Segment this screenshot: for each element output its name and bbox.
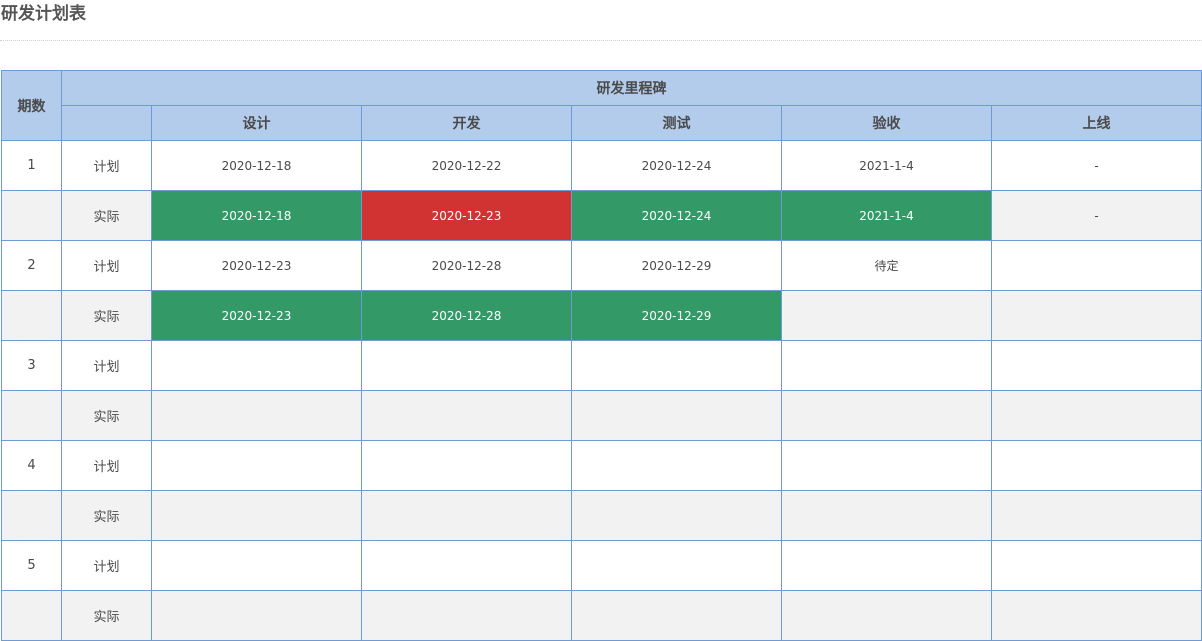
actual-label: 实际 [61,290,152,341]
plan-label: 计划 [61,140,152,191]
period-number: 5 [1,540,62,591]
actual-test-cell: 2020-12-29 [571,290,782,341]
actual-launch-cell: - [990,190,1202,241]
plan-design-cell [151,440,362,491]
actual-row: 实际 [1,390,1202,441]
milestone-design-header: 设计 [151,105,362,141]
actual-row: 实际 2020-12-18 2020-12-23 2020-12-24 2021-1-4… [1,190,1202,241]
period-number [1,290,62,341]
plan-develop-cell [361,440,572,491]
actual-acceptance-cell: 2021-1-4 [781,190,992,241]
period-number: 2 [1,240,62,291]
plan-launch-cell [990,440,1202,491]
plan-design-cell [151,340,362,391]
actual-design-cell [151,590,362,641]
actual-label: 实际 [61,190,152,241]
milestone-launch-header: 上线 [990,105,1202,141]
actual-acceptance-cell [781,290,992,341]
period-number: 1 [1,140,62,191]
plan-acceptance-cell [781,540,992,591]
actual-develop-cell [361,490,572,541]
actual-test-cell [571,590,782,641]
plan-test-cell: 2020-12-29 [571,240,782,291]
actual-develop-cell: 2020-12-28 [361,290,572,341]
plan-row: 2 计划 2020-12-23 2020-12-28 2020-12-29 待定 [1,240,1202,291]
period-number [1,490,62,541]
actual-launch-cell [990,590,1202,641]
plan-launch-cell [990,240,1202,291]
period-number [1,390,62,441]
title-divider [0,40,1202,41]
milestone-header-row: 设计 开发 测试 验收 上线 [2,105,1202,141]
period-number [1,590,62,641]
plan-launch-cell [990,540,1202,591]
period-number [1,190,62,241]
rd-plan-table: 期数 研发里程碑 设计 开发 测试 验收 上线 1 计划 2020-12-18 202… [1,70,1202,641]
milestone-acceptance-header: 验收 [781,105,992,141]
plan-test-cell: 2020-12-24 [571,140,782,191]
plan-row: 5 计划 [1,540,1202,591]
plan-row: 1 计划 2020-12-18 2020-12-22 2020-12-24 2021-1-… [1,140,1202,191]
actual-acceptance-cell [781,490,992,541]
actual-label: 实际 [61,590,152,641]
milestone-develop-header: 开发 [361,105,572,141]
plan-test-cell [571,340,782,391]
plan-develop-cell: 2020-12-28 [361,240,572,291]
milestone-header: 研发里程碑 [60,70,1202,106]
plan-design-cell: 2020-12-23 [151,240,362,291]
plan-design-cell [151,540,362,591]
plan-row: 3 计划 [1,340,1202,391]
period-header: 期数 [1,70,62,141]
plan-table-body: 1 计划 2020-12-18 2020-12-22 2020-12-24 2021-1-… [1,140,1202,641]
plan-develop-cell [361,340,572,391]
plan-develop-cell [361,540,572,591]
plan-test-cell [571,540,782,591]
page: 研发计划表 期数 研发里程碑 设计 开发 测试 验收 上线 1 计划 2020-… [0,0,1202,641]
plan-launch-cell [990,340,1202,391]
plan-launch-cell: - [990,140,1202,191]
actual-test-cell [571,490,782,541]
actual-design-cell [151,390,362,441]
row-type-header [61,105,152,141]
plan-row: 4 计划 [1,440,1202,491]
actual-row: 实际 2020-12-23 2020-12-28 2020-12-29 [1,290,1202,341]
milestone-test-header: 测试 [571,105,782,141]
actual-label: 实际 [61,490,152,541]
plan-label: 计划 [61,540,152,591]
page-title: 研发计划表 [1,4,86,24]
plan-develop-cell: 2020-12-22 [361,140,572,191]
actual-test-cell [571,390,782,441]
actual-develop-cell: 2020-12-23 [361,190,572,241]
plan-label: 计划 [61,340,152,391]
actual-acceptance-cell [781,390,992,441]
plan-acceptance-cell: 2021-1-4 [781,140,992,191]
actual-label: 实际 [61,390,152,441]
actual-design-cell [151,490,362,541]
plan-label: 计划 [61,440,152,491]
actual-launch-cell [990,490,1202,541]
period-number: 3 [1,340,62,391]
plan-acceptance-cell [781,440,992,491]
period-number: 4 [1,440,62,491]
actual-design-cell: 2020-12-23 [151,290,362,341]
actual-row: 实际 [1,590,1202,641]
actual-launch-cell [990,390,1202,441]
actual-row: 实际 [1,490,1202,541]
actual-develop-cell [361,390,572,441]
actual-launch-cell [990,290,1202,341]
plan-acceptance-cell [781,340,992,391]
actual-acceptance-cell [781,590,992,641]
plan-test-cell [571,440,782,491]
actual-test-cell: 2020-12-24 [571,190,782,241]
actual-develop-cell [361,590,572,641]
plan-acceptance-cell: 待定 [781,240,992,291]
plan-design-cell: 2020-12-18 [151,140,362,191]
actual-design-cell: 2020-12-18 [151,190,362,241]
plan-label: 计划 [61,240,152,291]
